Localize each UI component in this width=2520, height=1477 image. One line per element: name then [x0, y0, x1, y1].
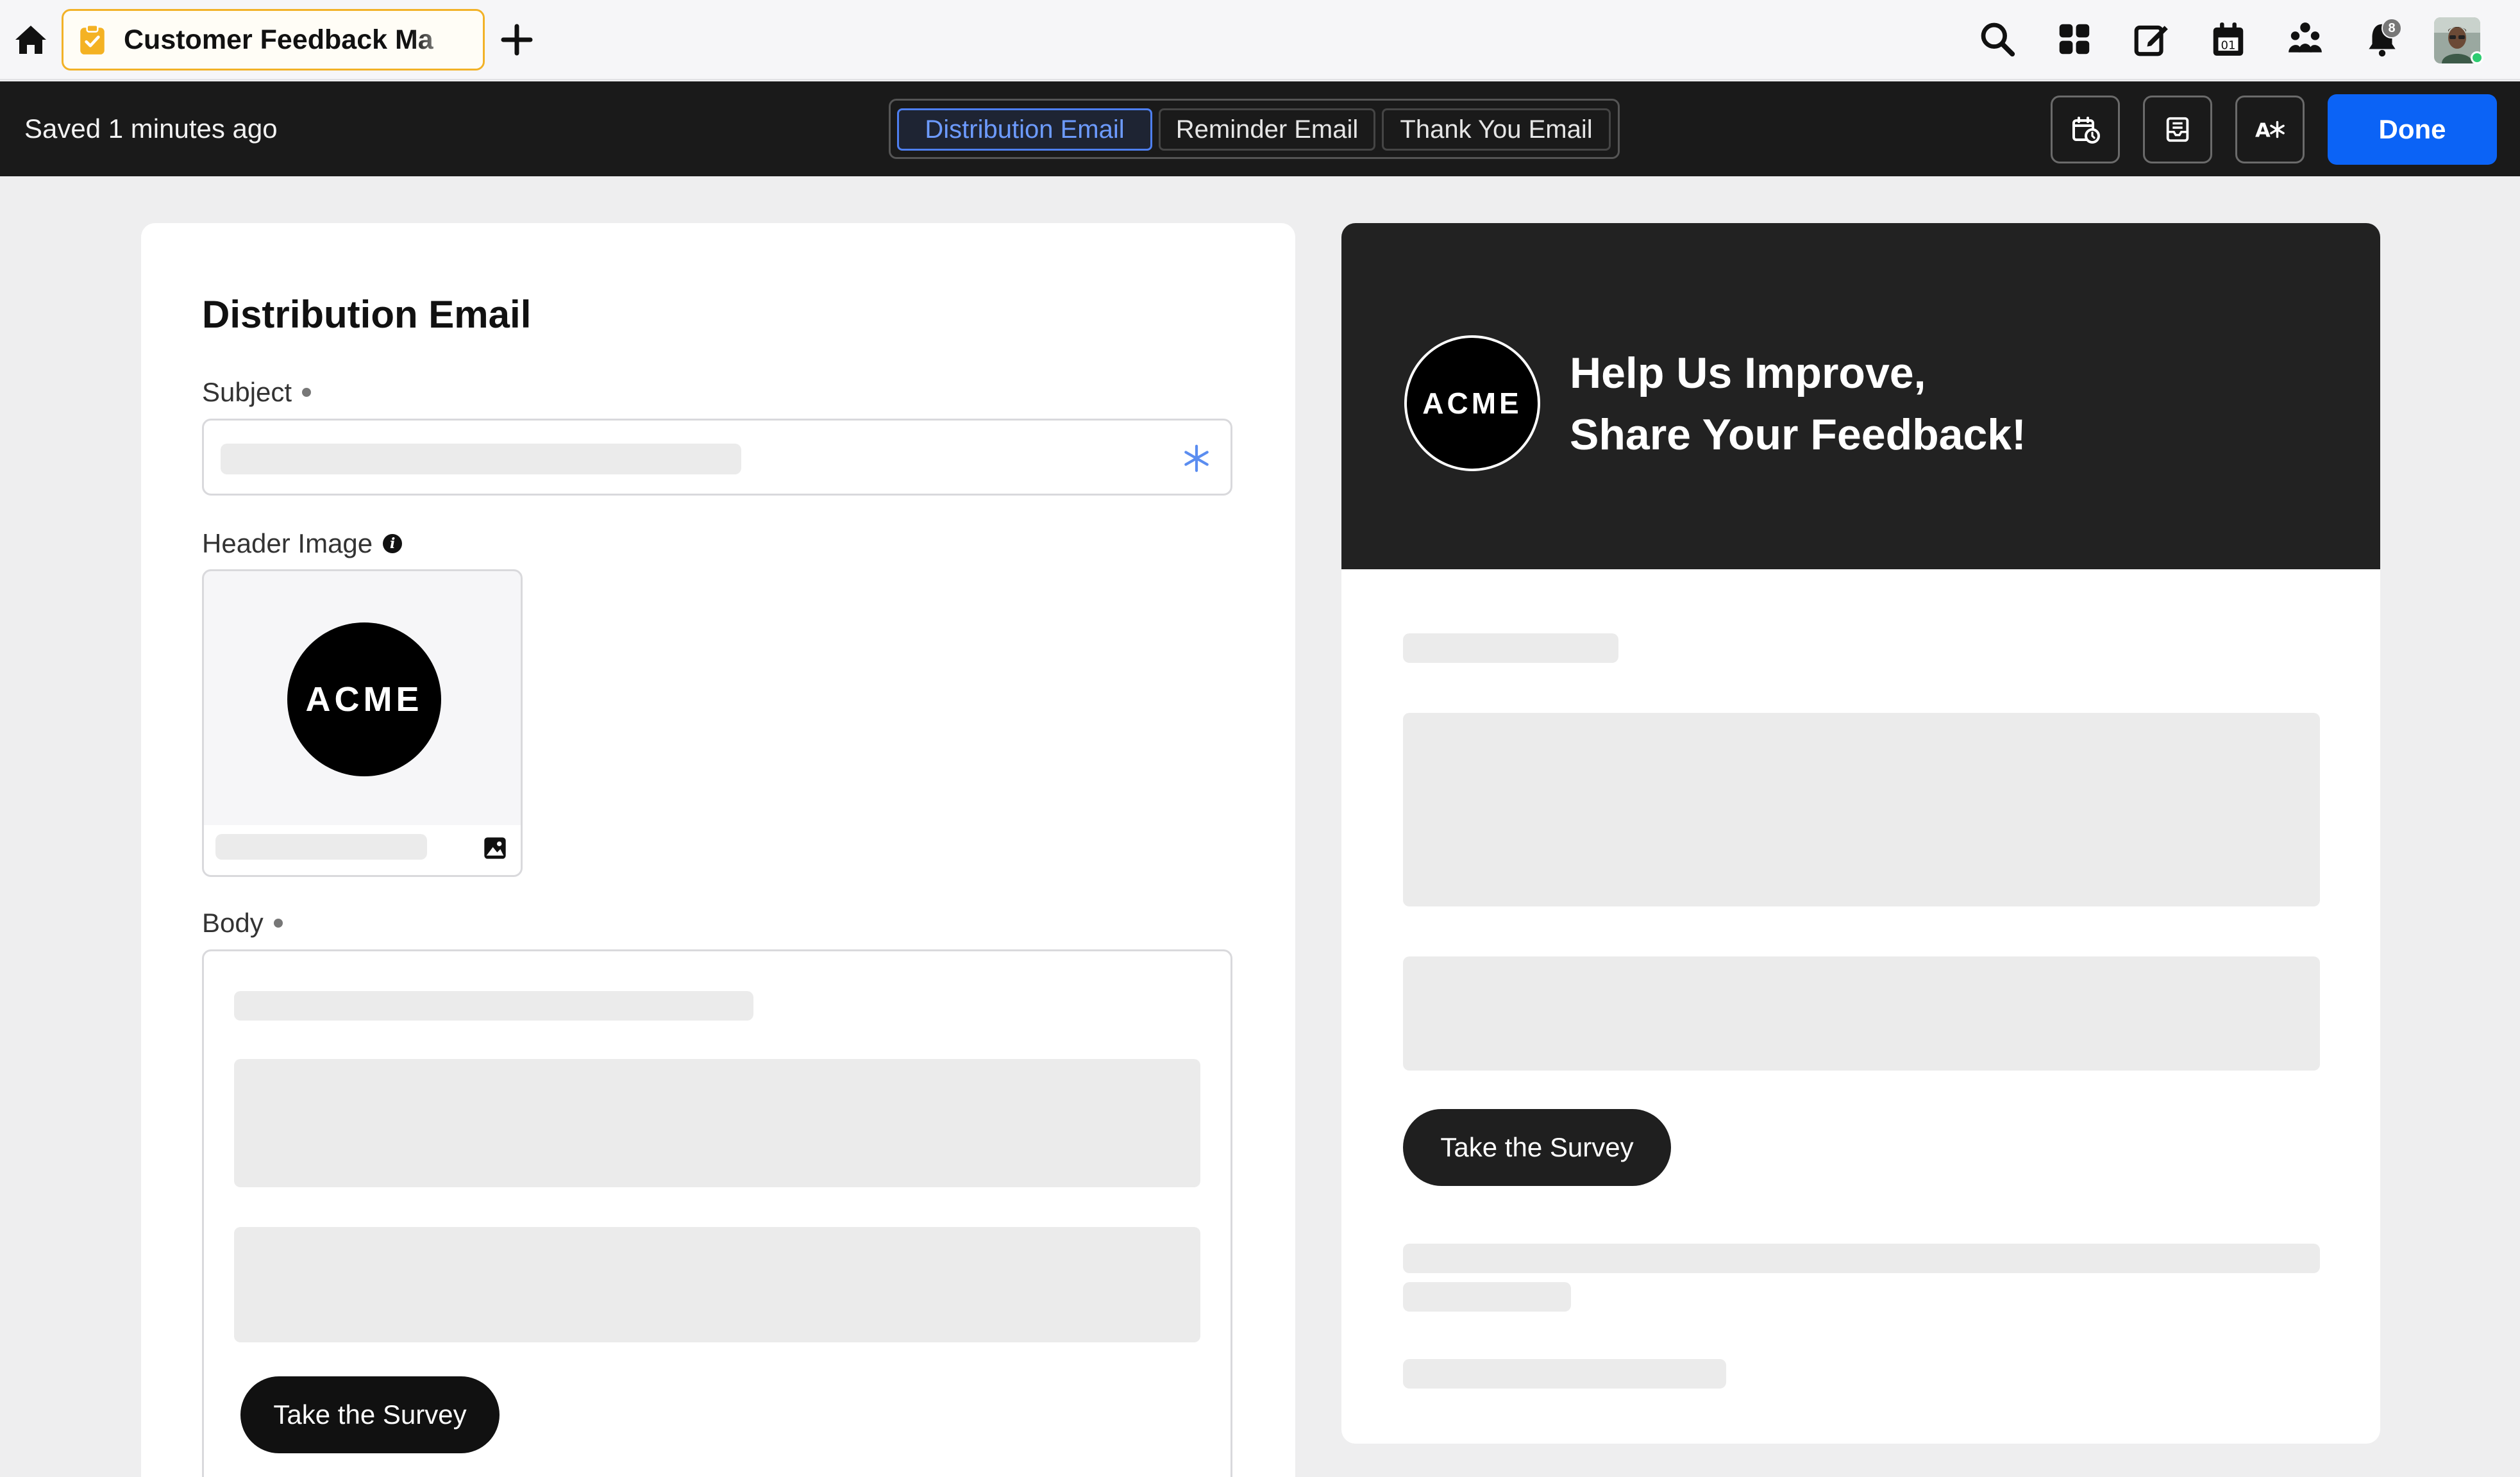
inbox-icon	[2166, 117, 2189, 142]
preview-line-placeholder	[1403, 1244, 2320, 1273]
inbox-preview-button[interactable]	[2143, 96, 2212, 163]
email-preview-panel: ACME Help Us Improve, Share Your Feedbac…	[1341, 223, 2380, 1444]
apps-grid-icon[interactable]	[2054, 19, 2094, 59]
body-editor[interactable]: Take the Survey	[202, 949, 1232, 1477]
preview-headline-line2: Share Your Feedback!	[1570, 410, 2026, 459]
required-dot	[302, 388, 312, 397]
preview-line-placeholder	[1403, 633, 1618, 663]
calendar-icon[interactable]: 01	[2208, 19, 2248, 59]
svg-text:01: 01	[2221, 39, 2235, 53]
subject-label: Subject	[202, 377, 312, 408]
notification-count-badge: 8	[2381, 18, 2402, 38]
subject-label-text: Subject	[202, 377, 292, 407]
preview-headline: Help Us Improve, Share Your Feedback!	[1570, 342, 2026, 465]
header-image-label: Header Image i	[202, 528, 403, 559]
tab-reminder-email[interactable]: Reminder Email	[1159, 108, 1375, 151]
online-status-dot	[2471, 51, 2483, 64]
image-footer	[204, 825, 521, 875]
email-editor-panel: Distribution Email Subject Header Image …	[141, 223, 1295, 1477]
header-image-uploader[interactable]: ACME	[202, 569, 523, 877]
email-type-tabs: Distribution Email Reminder Email Thank …	[889, 99, 1620, 159]
schedule-button[interactable]	[2051, 96, 2120, 163]
new-tab-plus-icon[interactable]	[499, 21, 535, 59]
search-icon[interactable]	[1978, 19, 2017, 59]
preview-paragraph-placeholder	[1403, 956, 2320, 1071]
tab-thank-you-email[interactable]: Thank You Email	[1382, 108, 1611, 151]
calendar-clock-icon	[2072, 117, 2100, 144]
top-bar: Customer Feedback Ma 01 8	[0, 0, 2520, 80]
preview-acme-logo: ACME	[1404, 335, 1540, 471]
preview-headline-line1: Help Us Improve,	[1570, 349, 1926, 397]
preview-header: ACME Help Us Improve, Share Your Feedbac…	[1341, 223, 2380, 569]
subject-placeholder-bar	[221, 444, 741, 474]
body-line-placeholder	[234, 991, 753, 1021]
ai-sparkle-icon[interactable]	[1182, 444, 1211, 473]
take-survey-button[interactable]: Take the Survey	[240, 1376, 500, 1453]
compose-edit-icon[interactable]	[2131, 19, 2171, 59]
acme-logo: ACME	[287, 622, 441, 776]
translate-text-icon: A	[2255, 120, 2285, 142]
body-paragraph-placeholder	[234, 1227, 1200, 1342]
preview-line-placeholder	[1403, 1359, 1726, 1389]
image-filename-placeholder	[215, 834, 427, 860]
svg-text:A: A	[2255, 120, 2271, 142]
editor-toolbar: Saved 1 minutes ago Distribution Email R…	[0, 81, 2520, 176]
home-icon[interactable]	[14, 24, 47, 55]
subject-input[interactable]	[202, 419, 1232, 496]
header-image-label-text: Header Image	[202, 528, 373, 558]
community-people-icon[interactable]	[2285, 19, 2325, 59]
image-icon[interactable]	[482, 835, 508, 861]
body-label: Body	[202, 908, 283, 939]
done-button[interactable]: Done	[2328, 94, 2497, 165]
body-paragraph-placeholder	[234, 1059, 1200, 1187]
body-label-text: Body	[202, 908, 264, 938]
preview-take-survey-button[interactable]: Take the Survey	[1403, 1109, 1671, 1186]
preview-paragraph-placeholder	[1403, 713, 2320, 906]
tab-title: Customer Feedback Ma	[124, 24, 433, 55]
editor-title: Distribution Email	[202, 293, 532, 336]
tab-title-fade	[412, 11, 483, 69]
saved-status: Saved 1 minutes ago	[24, 113, 278, 144]
preview-line-placeholder	[1403, 1282, 1571, 1312]
translate-button[interactable]: A	[2235, 96, 2305, 163]
document-tab[interactable]: Customer Feedback Ma	[62, 9, 485, 71]
survey-clipboard-icon	[80, 24, 105, 54]
required-dot	[273, 919, 283, 928]
info-icon[interactable]: i	[383, 534, 403, 553]
tab-distribution-email[interactable]: Distribution Email	[897, 108, 1152, 151]
